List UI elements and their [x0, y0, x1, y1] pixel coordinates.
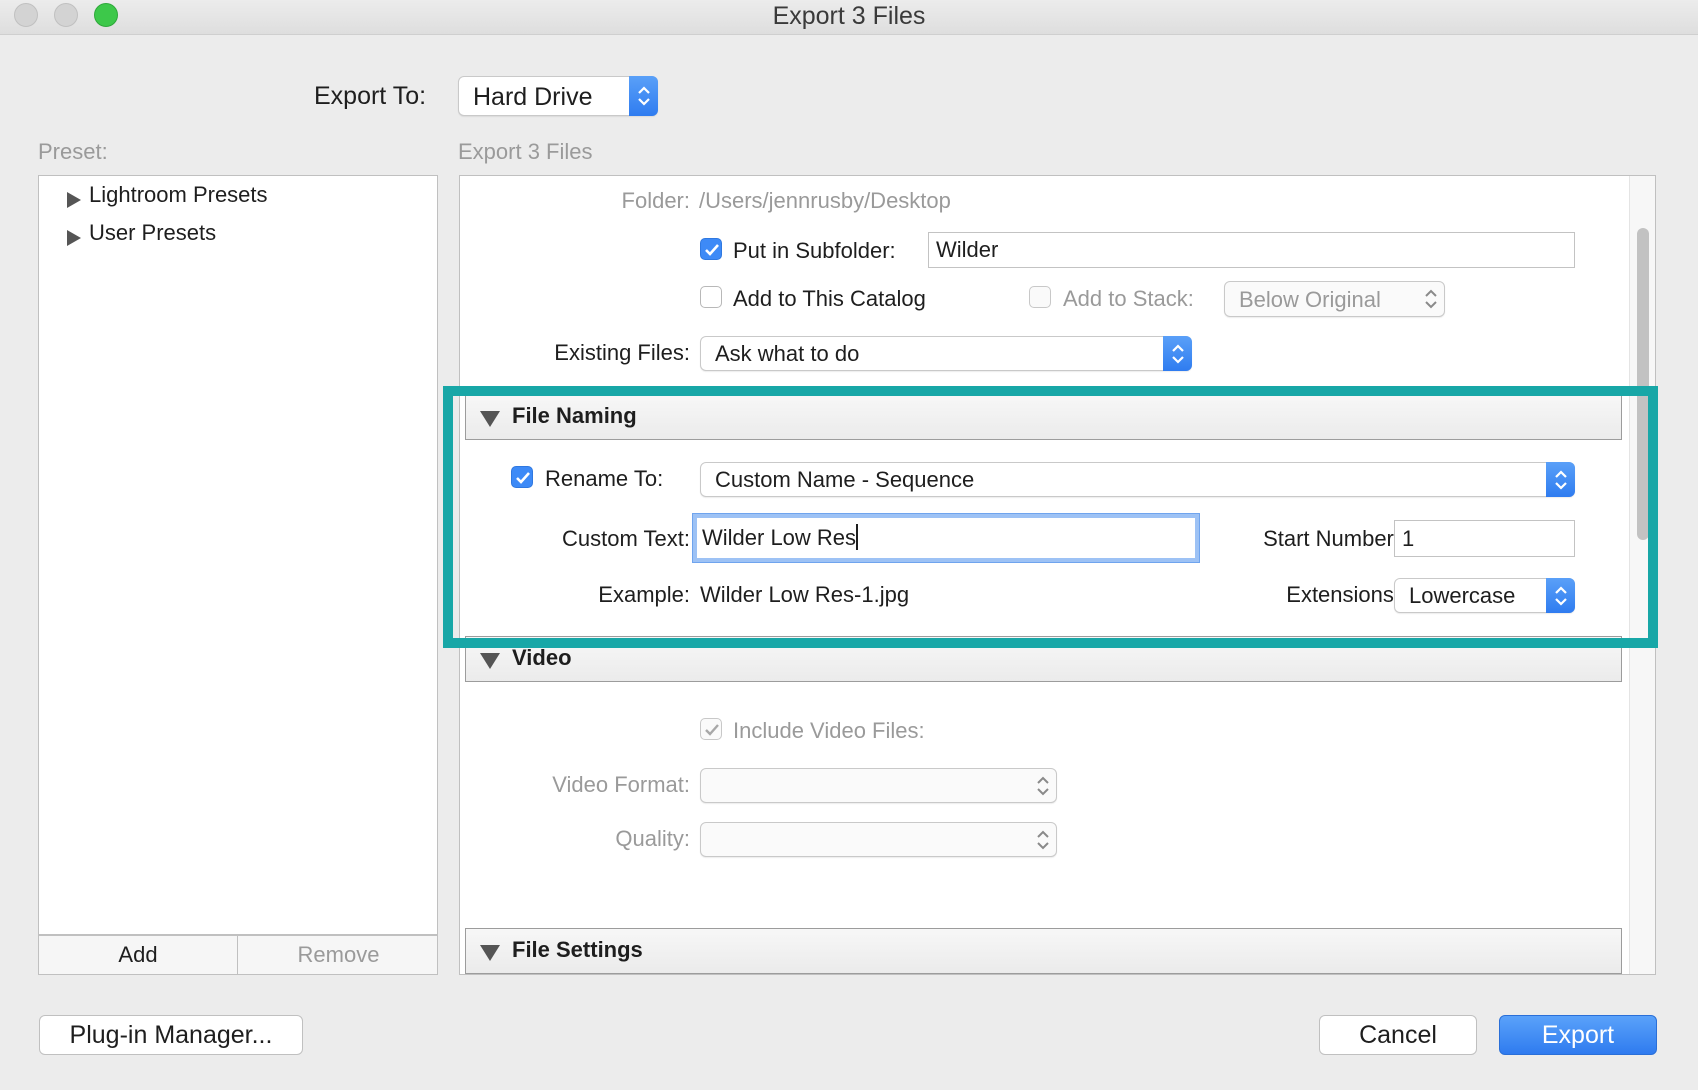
- updown-arrows-icon: [1163, 336, 1192, 371]
- tree-item-label: Lightroom Presets: [89, 182, 268, 207]
- checkmark-icon: [705, 244, 719, 256]
- subfolder-checkbox[interactable]: [700, 238, 722, 260]
- preset-label: Preset:: [38, 139, 108, 164]
- disclosure-triangle-icon[interactable]: [67, 188, 81, 214]
- disclosure-triangle-icon[interactable]: [67, 226, 81, 252]
- window-title: Export 3 Files: [772, 2, 926, 30]
- include-video-label: Include Video Files:: [733, 718, 925, 743]
- export-button[interactable]: Export: [1499, 1015, 1657, 1055]
- disclosure-triangle-icon[interactable]: [480, 945, 500, 966]
- cancel-button[interactable]: Cancel: [1319, 1015, 1477, 1055]
- updown-arrows-icon: [1028, 768, 1057, 803]
- remove-preset-button[interactable]: Remove: [239, 936, 438, 974]
- preset-tree: Lightroom Presets User Presets: [38, 175, 438, 935]
- main-panel-header: Export 3 Files: [458, 139, 593, 164]
- export-to-label: Export To:: [314, 82, 427, 110]
- folder-path: /Users/jennrusby/Desktop: [699, 188, 951, 213]
- add-to-catalog-checkbox[interactable]: [700, 286, 722, 308]
- quality-select[interactable]: [700, 822, 1057, 857]
- preset-button-bar: Add Remove: [38, 935, 438, 975]
- plugin-manager-button[interactable]: Plug-in Manager...: [39, 1015, 303, 1055]
- subfolder-input[interactable]: Wilder: [928, 232, 1575, 268]
- folder-label: Folder:: [621, 188, 690, 213]
- stack-position-value: Below Original: [1239, 287, 1381, 312]
- file-naming-highlight-box: [443, 386, 1658, 648]
- add-preset-button[interactable]: Add: [39, 936, 238, 974]
- tree-item-user-presets[interactable]: User Presets: [67, 220, 216, 246]
- title-bar: Export 3 Files: [0, 0, 1698, 35]
- tree-item-label: User Presets: [89, 220, 217, 245]
- disclosure-triangle-icon[interactable]: [480, 653, 500, 674]
- add-to-stack-label: Add to Stack:: [1063, 286, 1194, 311]
- section-title: Video: [512, 645, 572, 670]
- section-title: File Settings: [512, 937, 643, 962]
- subfolder-label: Put in Subfolder:: [733, 238, 896, 263]
- updown-arrows-icon: [1416, 281, 1445, 317]
- checkmark-icon: [705, 724, 719, 736]
- include-video-checkbox[interactable]: [700, 718, 722, 740]
- stack-position-select[interactable]: Below Original: [1224, 281, 1445, 317]
- video-format-select[interactable]: [700, 768, 1057, 803]
- existing-files-label: Existing Files:: [554, 340, 690, 365]
- add-to-catalog-label: Add to This Catalog: [733, 286, 926, 311]
- updown-arrows-icon: [629, 76, 658, 116]
- export-to-select[interactable]: Hard Drive: [458, 76, 658, 116]
- video-format-label: Video Format:: [552, 772, 690, 797]
- updown-arrows-icon: [1028, 822, 1057, 857]
- quality-label: Quality:: [615, 826, 690, 851]
- file-settings-section-header[interactable]: File Settings: [465, 928, 1622, 974]
- tree-item-lightroom-presets[interactable]: Lightroom Presets: [67, 182, 268, 208]
- export-to-value: Hard Drive: [473, 83, 593, 111]
- existing-files-select[interactable]: Ask what to do: [700, 336, 1192, 371]
- add-to-stack-checkbox[interactable]: [1029, 286, 1051, 308]
- existing-files-value: Ask what to do: [715, 341, 860, 366]
